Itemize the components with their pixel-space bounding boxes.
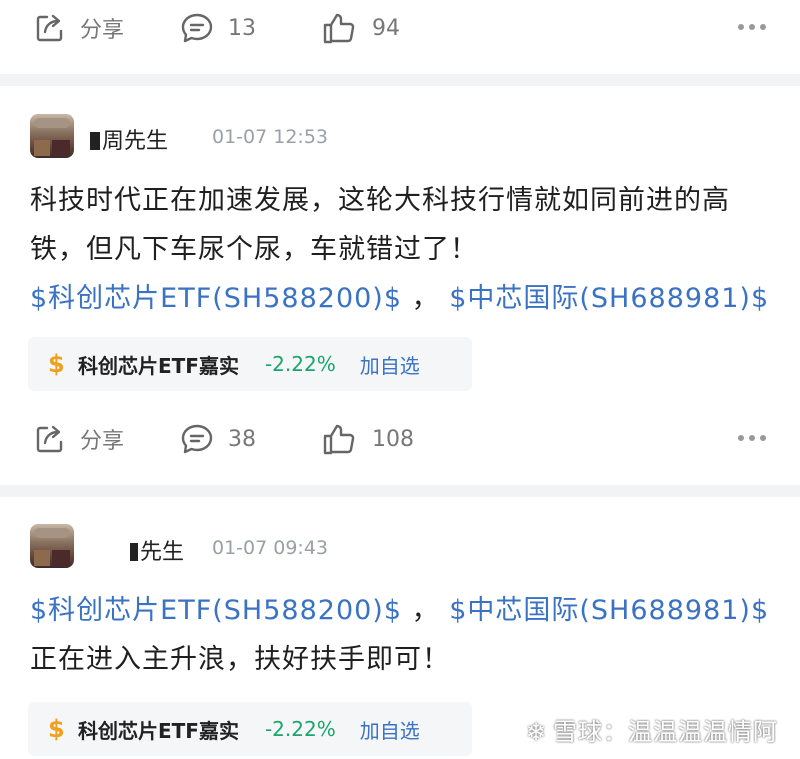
post-action-bar: 分享 13 94 xyxy=(0,0,800,56)
add-watchlist-button[interactable]: 加自选 xyxy=(360,715,420,744)
stock-change: -2.22% xyxy=(264,352,336,376)
watermark-text: 雪球：温温温温情阿 xyxy=(553,718,778,746)
stock-link-kcxp[interactable]: $科创芯片ETF(SH588200)$ xyxy=(30,283,402,314)
stock-link-kcxp[interactable]: $科创芯片ETF(SH588200)$ xyxy=(30,595,402,626)
post-body: $科创芯片ETF(SH588200)$ ， $中芯国际(SH688981)$ 正… xyxy=(30,586,775,684)
stock-link-smic[interactable]: $中芯国际(SH688981)$ xyxy=(449,283,769,314)
share-label: 分享 xyxy=(80,18,125,43)
add-watchlist-button[interactable]: 加自选 xyxy=(360,350,420,379)
post-time: 01-07 12:53 xyxy=(212,126,329,148)
watermark: ❄ 雪球：温温温温情阿 xyxy=(526,712,778,747)
like-button[interactable]: 94 xyxy=(322,0,400,56)
avatar[interactable] xyxy=(30,524,74,568)
share-icon xyxy=(36,425,63,453)
separator: ， xyxy=(402,595,450,626)
stock-links-line: $科创芯片ETF(SH588200)$ ， $中芯国际(SH688981)$ xyxy=(30,586,775,635)
stock-name: 科创芯片ETF嘉实 xyxy=(78,353,239,378)
dollar-icon: $ xyxy=(48,715,65,743)
share-button[interactable]: 分享 xyxy=(34,411,124,467)
like-button[interactable]: 108 xyxy=(322,411,414,467)
comment-icon xyxy=(181,424,213,454)
post-text-line: 科技时代正在加速发展，这轮大科技行情就如同前进的高 xyxy=(30,185,730,216)
avatar[interactable] xyxy=(30,114,74,158)
stock-change: -2.22% xyxy=(264,717,336,741)
stock-card[interactable]: $ 科创芯片ETF嘉实 -2.22% 加自选 xyxy=(28,337,472,391)
stock-name: 科创芯片ETF嘉实 xyxy=(78,718,239,743)
dollar-icon: $ xyxy=(48,350,65,378)
post-text-line: 铁，但凡下车尿个尿，车就错过了！ xyxy=(30,234,478,265)
comment-count: 38 xyxy=(228,426,256,452)
comment-button[interactable]: 38 xyxy=(180,411,256,467)
more-options-icon[interactable] xyxy=(738,435,766,441)
separator: ， xyxy=(402,283,450,314)
thumbs-up-icon xyxy=(323,13,355,44)
author-name[interactable]: 先生 xyxy=(130,534,184,566)
post-action-bar: 分享 38 108 xyxy=(0,411,800,467)
more-options-icon[interactable] xyxy=(738,24,766,30)
stock-links-line: $科创芯片ETF(SH588200)$ ， $中芯国际(SH688981)$ xyxy=(30,274,775,323)
comment-count: 13 xyxy=(228,15,256,41)
stock-link-smic[interactable]: $中芯国际(SH688981)$ xyxy=(449,595,769,626)
post-body: 科技时代正在加速发展，这轮大科技行情就如同前进的高 铁，但凡下车尿个尿，车就错过… xyxy=(30,176,775,323)
comment-icon xyxy=(181,13,213,43)
thumbs-up-icon xyxy=(323,424,355,455)
author-name[interactable]: 周先生 xyxy=(90,123,168,155)
post-divider xyxy=(0,74,800,86)
share-label: 分享 xyxy=(80,429,125,454)
comment-button[interactable]: 13 xyxy=(180,0,256,56)
post-divider xyxy=(0,485,800,497)
like-count: 94 xyxy=(372,15,400,41)
snowball-logo-icon: ❄ xyxy=(525,718,547,746)
stock-card[interactable]: $ 科创芯片ETF嘉实 -2.22% 加自选 xyxy=(28,702,472,756)
share-button[interactable]: 分享 xyxy=(34,0,124,56)
post-time: 01-07 09:43 xyxy=(212,537,329,559)
like-count: 108 xyxy=(372,426,414,452)
post-text-line: 正在进入主升浪，扶好扶手即可！ xyxy=(30,644,450,675)
share-icon xyxy=(36,14,63,42)
